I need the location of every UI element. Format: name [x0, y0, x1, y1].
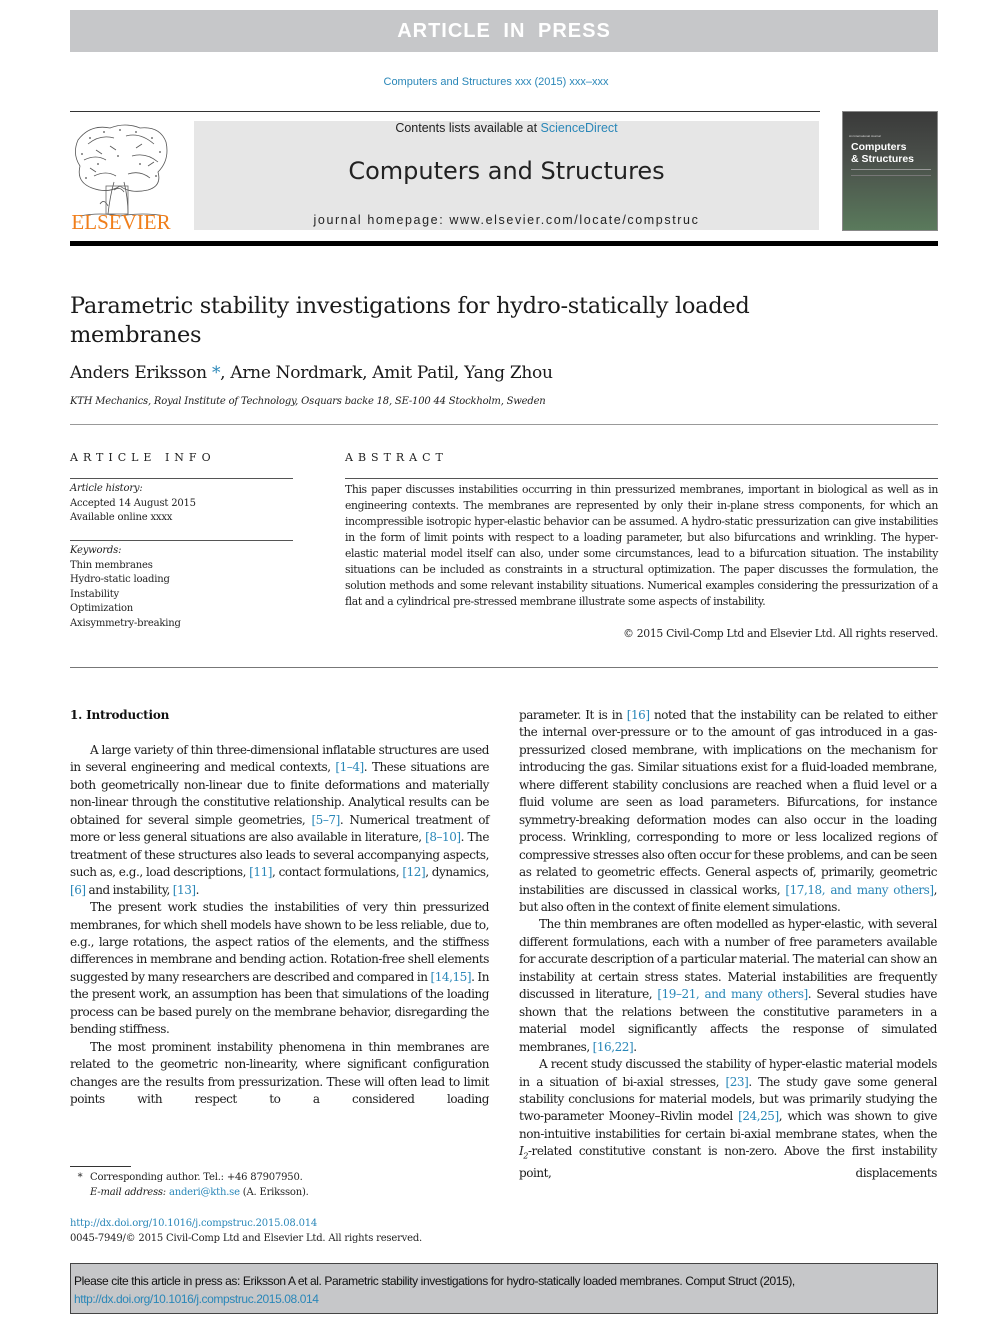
divider: [70, 478, 293, 479]
footnote-corresponding: * Corresponding author. Tel.: +46 8790795…: [70, 1170, 489, 1185]
citation-link[interactable]: [17,18, and many others]: [785, 883, 934, 897]
homepage-prefix: journal homepage:: [313, 213, 450, 227]
article-info-heading: ARTICLE INFO: [70, 451, 216, 464]
keywords-label: Keywords:: [70, 545, 122, 556]
header-divider: [70, 111, 820, 112]
doi-link[interactable]: http://dx.doi.org/10.1016/j.compstruc.20…: [70, 1216, 570, 1231]
keyword-item: Thin membranes: [70, 559, 153, 571]
divider: [345, 478, 938, 479]
abstract-text: This paper discusses instabilities occur…: [345, 483, 938, 608]
paragraph: The present work studies the instabiliti…: [70, 900, 489, 1037]
footnote: * Corresponding author. Tel.: +46 8790795…: [70, 1170, 489, 1200]
cover-title-line2: & Structures: [851, 152, 915, 165]
contents-line: Contents lists available at ScienceDirec…: [194, 121, 819, 135]
sciencedirect-link[interactable]: ScienceDirect: [541, 121, 618, 135]
journal-homepage-line: journal homepage: www.elsevier.com/locat…: [194, 213, 819, 227]
journal-reference-link[interactable]: Computers and Structures xxx (2015) xxx–…: [0, 76, 992, 88]
keyword-item: Instability: [70, 588, 119, 600]
contents-prefix: Contents lists available at: [395, 121, 541, 135]
keyword-item: Axisymmetry-breaking: [70, 617, 181, 629]
email-link[interactable]: anderi@kth.se: [169, 1187, 240, 1198]
paragraph: parameter. It is in [16] noted that the …: [519, 708, 937, 914]
footnote-divider: [70, 1166, 131, 1167]
citation-link[interactable]: [14,15]: [430, 970, 471, 984]
affiliation: KTH Mechanics, Royal Institute of Techno…: [70, 396, 546, 407]
body-column-left: A large variety of thin three-dimensiona…: [70, 742, 489, 1109]
abstract-copyright: © 2015 Civil-Comp Ltd and Elsevier Ltd. …: [623, 627, 938, 640]
article-history: Article history: Accepted 14 August 2015…: [70, 482, 293, 526]
section-heading-introduction: 1. Introduction: [70, 708, 170, 722]
citation-link[interactable]: [16,22]: [593, 1040, 634, 1054]
citation-link[interactable]: [12]: [402, 865, 425, 879]
paragraph: The most prominent instability phenomena…: [70, 1039, 489, 1107]
abstract-heading: ABSTRACT: [345, 451, 448, 464]
paragraph: The thin membranes are often modelled as…: [519, 917, 937, 1054]
doi-block: http://dx.doi.org/10.1016/j.compstruc.20…: [70, 1216, 570, 1246]
author-corresponding[interactable]: Anders Eriksson: [70, 363, 207, 383]
banner-text: ARTICLE IN PRESS: [397, 19, 611, 42]
keywords-block: Keywords: Thin membranes Hydro-static lo…: [70, 544, 293, 631]
citation-link[interactable]: [1–4]: [335, 760, 364, 774]
citation-link[interactable]: [19–21, and many others]: [657, 987, 808, 1001]
email-label: E-mail address:: [90, 1187, 166, 1198]
article-in-press-banner: ARTICLE IN PRESS: [70, 10, 938, 52]
citation-link[interactable]: [6]: [70, 883, 86, 897]
journal-cover-image[interactable]: An International Journal Computers & Str…: [842, 111, 938, 231]
journal-masthead: Contents lists available at ScienceDirec…: [194, 121, 819, 230]
citation-link[interactable]: [23]: [726, 1075, 749, 1089]
cover-subtitle: An International Journal: [849, 134, 881, 138]
accepted-date: Accepted 14 August 2015: [70, 497, 196, 509]
citation-link[interactable]: [16]: [627, 708, 650, 722]
cover-title: Computers & Structures: [851, 141, 915, 165]
citation-link[interactable]: [24,25]: [738, 1109, 779, 1123]
paragraph: A recent study discussed the stability o…: [519, 1057, 937, 1181]
keyword-item: Hydro-static loading: [70, 574, 170, 585]
divider: [70, 667, 938, 668]
cover-title-line1: Computers: [851, 141, 907, 153]
citation-link[interactable]: [8–10]: [425, 830, 461, 844]
journal-name: Computers and Structures: [348, 157, 665, 185]
elsevier-wordmark[interactable]: ELSEVIER: [70, 210, 172, 235]
math-symbol: I2: [519, 1144, 528, 1161]
citation-box: Please cite this article in press as: Er…: [70, 1263, 938, 1314]
corresponding-author-marker[interactable]: *: [207, 363, 221, 383]
footnote-marker: *: [77, 1172, 83, 1183]
keyword-item: Optimization: [70, 603, 134, 614]
cover-divider: [851, 169, 931, 170]
paragraph: A large variety of thin three-dimensiona…: [70, 743, 489, 897]
masthead-thick-divider: [70, 241, 938, 246]
author-others: , Arne Nordmark, Amit Patil, Yang Zhou: [220, 363, 553, 383]
citation-doi-link[interactable]: http://dx.doi.org/10.1016/j.compstruc.20…: [74, 1292, 319, 1306]
citation-link[interactable]: [11]: [249, 865, 272, 879]
divider: [70, 540, 293, 541]
citation-text: Please cite this article in press as: Er…: [74, 1274, 795, 1288]
citation-link[interactable]: [13]: [173, 883, 196, 897]
citation-link[interactable]: [5–7]: [311, 813, 340, 827]
issn-copyright: 0045-7949/© 2015 Civil-Comp Ltd and Else…: [70, 1233, 422, 1244]
homepage-url-link[interactable]: www.elsevier.com/locate/compstruc: [449, 213, 699, 227]
available-online: Available online xxxx: [70, 512, 173, 523]
body-column-right: parameter. It is in [16] noted that the …: [519, 707, 937, 1183]
cover-divider: [851, 175, 931, 176]
article-title: Parametric stability investigations for …: [70, 293, 750, 348]
author-list: Anders Eriksson *, Arne Nordmark, Amit P…: [70, 363, 770, 383]
divider: [70, 424, 938, 425]
footnote-email: E-mail address: anderi@kth.se (A. Erikss…: [90, 1187, 309, 1198]
history-label: Article history:: [70, 483, 143, 494]
